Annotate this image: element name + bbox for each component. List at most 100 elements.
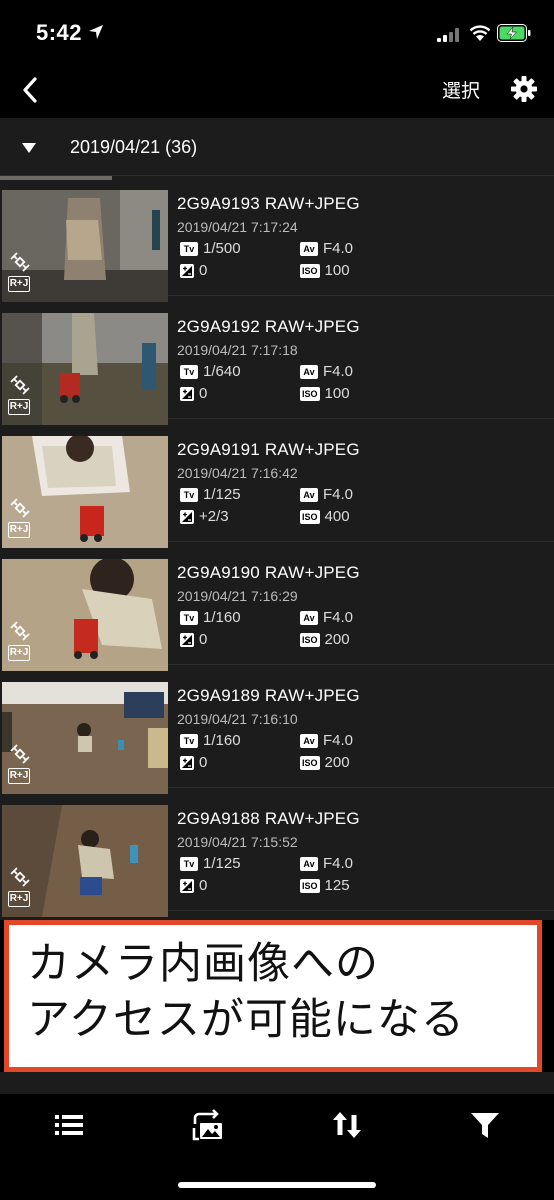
photo-filename: 2G9A9192 RAW+JPEG (177, 317, 360, 336)
aperture: Av F4.0 (300, 609, 353, 626)
exposure-comp-icon (180, 509, 194, 524)
row-divider (168, 787, 554, 788)
photo-filename: 2G9A9193 RAW+JPEG (177, 194, 360, 213)
raw-jpeg-badge: R+J (8, 891, 30, 907)
exposure-compensation: 0 (180, 754, 207, 771)
iso: ISO 100 (300, 262, 350, 279)
photo-row[interactable]: R+J 2G9A9191 RAW+JPEG 2019/04/21 7:16:42… (0, 422, 554, 548)
av-icon: Av (300, 487, 318, 502)
photo-datetime: 2019/04/21 7:16:42 (177, 465, 298, 481)
photo-thumbnail[interactable]: R+J (2, 682, 168, 794)
exposure-comp-icon (180, 632, 194, 647)
photo-datetime: 2019/04/21 7:15:52 (177, 834, 298, 850)
row-divider (168, 910, 554, 911)
gps-satellite-icon (10, 252, 30, 272)
photo-filename: 2G9A9189 RAW+JPEG (177, 686, 360, 705)
av-icon: Av (300, 241, 318, 256)
row-divider (168, 295, 554, 296)
location-arrow-icon (89, 25, 103, 39)
photo-thumbnail[interactable]: R+J (2, 190, 168, 302)
image-transfer-icon[interactable] (191, 1108, 225, 1142)
photo-datetime: 2019/04/21 7:17:24 (177, 219, 298, 235)
av-icon: Av (300, 610, 318, 625)
raw-jpeg-badge: R+J (8, 522, 30, 538)
list-icon[interactable] (52, 1108, 86, 1142)
photo-list[interactable]: R+J 2G9A9193 RAW+JPEG 2019/04/21 7:17:24… (0, 176, 554, 920)
shutter-speed: Tv 1/125 (180, 486, 241, 503)
iso: ISO 200 (300, 631, 350, 648)
aperture: Av F4.0 (300, 732, 353, 749)
photo-thumbnail[interactable]: R+J (2, 559, 168, 671)
iso: ISO 400 (300, 508, 350, 525)
photo-thumbnail[interactable]: R+J (2, 805, 168, 917)
aperture: Av F4.0 (300, 240, 353, 257)
aperture: Av F4.0 (300, 486, 353, 503)
iso-icon: ISO (300, 878, 320, 893)
exposure-comp-icon (180, 878, 194, 893)
tv-icon: Tv (180, 610, 198, 625)
callout-line-1: カメラ内画像への (27, 939, 379, 989)
date-group-label: 2019/04/21 (36) (70, 137, 198, 157)
photo-row[interactable]: R+J 2G9A9193 RAW+JPEG 2019/04/21 7:17:24… (0, 176, 554, 302)
exposure-compensation: 0 (180, 262, 207, 279)
row-divider (168, 418, 554, 419)
photo-row[interactable]: R+J 2G9A9188 RAW+JPEG 2019/04/21 7:15:52… (0, 791, 554, 917)
exposure-compensation: +2/3 (180, 508, 229, 525)
back-chevron-icon[interactable] (16, 74, 48, 106)
iso: ISO 100 (300, 385, 350, 402)
photo-datetime: 2019/04/21 7:16:10 (177, 711, 298, 727)
photo-filename: 2G9A9191 RAW+JPEG (177, 440, 360, 459)
raw-jpeg-badge: R+J (8, 276, 30, 292)
annotation-callout: カメラ内画像への アクセスが可能になる (4, 920, 542, 1072)
photo-row[interactable]: R+J 2G9A9190 RAW+JPEG 2019/04/21 7:16:29… (0, 545, 554, 671)
tv-icon: Tv (180, 487, 198, 502)
gps-satellite-icon (10, 498, 30, 518)
home-indicator[interactable] (178, 1182, 376, 1188)
status-bar: 5:42 (0, 0, 554, 66)
photo-thumbnail[interactable]: R+J (2, 313, 168, 425)
photo-row[interactable]: R+J 2G9A9189 RAW+JPEG 2019/04/21 7:16:10… (0, 668, 554, 794)
iso-icon: ISO (300, 386, 320, 401)
exposure-compensation: 0 (180, 631, 207, 648)
list-continuation (0, 1072, 554, 1094)
av-icon: Av (300, 364, 318, 379)
select-button[interactable]: 選択 (442, 76, 480, 103)
photo-thumbnail[interactable]: R+J (2, 436, 168, 548)
status-time: 5:42 (36, 20, 83, 45)
photo-filename: 2G9A9190 RAW+JPEG (177, 563, 360, 582)
date-group-header[interactable]: 2019/04/21 (36) (0, 118, 554, 176)
photo-datetime: 2019/04/21 7:17:18 (177, 342, 298, 358)
gps-satellite-icon (10, 867, 30, 887)
photo-row[interactable]: R+J 2G9A9192 RAW+JPEG 2019/04/21 7:17:18… (0, 299, 554, 425)
battery-charging-icon (497, 24, 531, 42)
aperture: Av F4.0 (300, 363, 353, 380)
raw-jpeg-badge: R+J (8, 768, 30, 784)
gps-satellite-icon (10, 744, 30, 764)
iso: ISO 125 (300, 877, 350, 894)
gps-satellite-icon (10, 375, 30, 395)
av-icon: Av (300, 733, 318, 748)
tv-icon: Tv (180, 856, 198, 871)
wifi-icon (469, 25, 491, 41)
iso-icon: ISO (300, 632, 320, 647)
tv-icon: Tv (180, 364, 198, 379)
iso-icon: ISO (300, 509, 320, 524)
gps-satellite-icon (10, 621, 30, 641)
shutter-speed: Tv 1/160 (180, 732, 241, 749)
nav-bar: 選択 (0, 66, 554, 118)
signal-icon (437, 28, 459, 42)
iso-icon: ISO (300, 755, 320, 770)
aperture: Av F4.0 (300, 855, 353, 872)
filter-icon[interactable] (468, 1108, 502, 1142)
collapse-triangle-icon[interactable] (22, 143, 36, 153)
row-divider (168, 664, 554, 665)
iso-icon: ISO (300, 263, 320, 278)
shutter-speed: Tv 1/640 (180, 363, 241, 380)
photo-datetime: 2019/04/21 7:16:29 (177, 588, 298, 604)
iso: ISO 200 (300, 754, 350, 771)
photo-filename: 2G9A9188 RAW+JPEG (177, 809, 360, 828)
tv-icon: Tv (180, 733, 198, 748)
av-icon: Av (300, 856, 318, 871)
gear-icon[interactable] (510, 75, 538, 103)
sort-icon[interactable] (330, 1108, 364, 1142)
